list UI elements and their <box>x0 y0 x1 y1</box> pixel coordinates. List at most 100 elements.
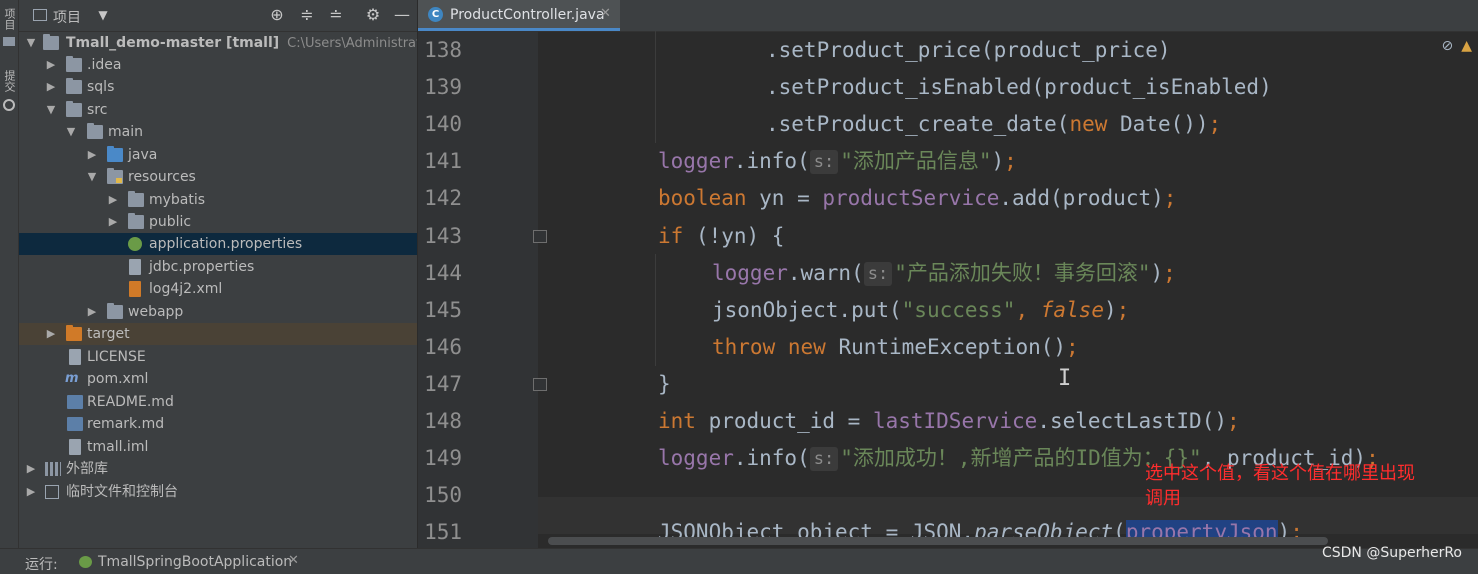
eye-slash-icon[interactable]: ⊘ <box>1441 38 1453 54</box>
collapse-all-icon[interactable]: ≐ <box>326 5 346 25</box>
keyword-int: int <box>658 409 696 433</box>
chevron-down-icon[interactable]: ▼ <box>86 166 98 188</box>
fold-marker-icon[interactable] <box>533 230 547 243</box>
code-line-146[interactable]: throw new RuntimeException(); <box>712 329 1079 366</box>
chevron-right-icon[interactable]: ▶ <box>45 76 57 98</box>
close-icon[interactable]: ✕ <box>288 553 299 568</box>
web-folder-icon <box>107 303 123 319</box>
code-editor: C ProductController.java ✕ 138 139 140 1… <box>418 0 1478 548</box>
semicolon: ; <box>1004 149 1017 173</box>
fold-marker-icon[interactable] <box>533 378 547 391</box>
code-line-141[interactable]: logger.info(s: "添加产品信息"); <box>658 143 1017 180</box>
expand-all-icon[interactable]: ≑ <box>297 5 317 25</box>
editor-inspection-widget[interactable]: ⊘ ▲ <box>1441 38 1472 54</box>
tree-item-application-properties[interactable]: application.properties <box>19 233 417 255</box>
tree-item-label: pom.xml <box>87 371 149 387</box>
code-text: RuntimeException() <box>825 335 1067 359</box>
code-line-145[interactable]: jsonObject.put("success", false); <box>712 292 1129 329</box>
tree-item-label: LICENSE <box>87 349 146 365</box>
tree-item-license[interactable]: LICENSE <box>19 346 417 368</box>
project-tool-tab[interactable]: 项目 <box>1 8 17 46</box>
code-line-143[interactable]: if (!yn) { <box>658 218 784 255</box>
tree-item-label: log4j2.xml <box>149 281 223 297</box>
tree-item-label: mybatis <box>149 192 206 208</box>
source-folder-icon <box>107 146 123 162</box>
markdown-file-icon <box>67 395 83 409</box>
code-text: ) <box>1150 261 1164 285</box>
project-path: C:\Users\Administrator\De <box>287 36 417 51</box>
locate-icon[interactable]: ⊕ <box>267 5 287 25</box>
commit-tool-tab[interactable]: 提交 <box>1 70 17 111</box>
chevron-right-icon[interactable]: ▶ <box>25 481 37 503</box>
close-icon[interactable]: ✕ <box>600 6 611 21</box>
string-literal: "产品添加失败！事务回滚" <box>894 261 1151 285</box>
tree-item-sqls[interactable]: ▶ sqls <box>19 76 417 98</box>
code-text: jsonObject.put( <box>712 298 902 322</box>
warning-icon[interactable]: ▲ <box>1461 38 1472 54</box>
editor-tab-bar: C ProductController.java ✕ <box>418 0 1478 32</box>
tree-item-label: resources <box>128 169 196 185</box>
tree-item-resources[interactable]: ▼ resources <box>19 166 417 188</box>
tree-item-mybatis[interactable]: ▶ mybatis <box>19 189 417 211</box>
folder-icon <box>3 37 15 46</box>
module-file-icon <box>69 439 81 455</box>
excluded-folder-icon <box>66 325 82 341</box>
tree-item-label: src <box>87 102 108 118</box>
tree-item-scratches[interactable]: ▶ 临时文件和控制台 <box>19 481 417 503</box>
horizontal-scrollbar[interactable] <box>548 537 1328 545</box>
view-dropdown-icon[interactable]: ▼ <box>93 5 113 25</box>
code-line-142[interactable]: boolean yn = productService.add(product)… <box>658 180 1176 217</box>
code-line-147[interactable]: } <box>658 366 671 403</box>
tree-item-tmall-iml[interactable]: tmall.iml <box>19 436 417 458</box>
tree-item-external-libraries[interactable]: ▶ 外部库 <box>19 458 417 480</box>
param-hint: s: <box>809 447 839 471</box>
code-text: .setProduct_create_date( <box>766 112 1070 136</box>
tree-item-main[interactable]: ▼ main <box>19 121 417 143</box>
tree-item-idea[interactable]: ▶ .idea <box>19 54 417 76</box>
code-line-139[interactable]: .setProduct_isEnabled(product_isEnabled) <box>766 69 1272 106</box>
code-line-138[interactable]: .setProduct_price(product_price) <box>766 32 1171 69</box>
code-text: .warn( <box>787 261 864 285</box>
param-hint: s: <box>809 150 839 174</box>
tree-item-log4j2-xml[interactable]: log4j2.xml <box>19 278 417 300</box>
tree-item-jdbc-properties[interactable]: jdbc.properties <box>19 256 417 278</box>
code-text: .add(product) <box>999 186 1164 210</box>
tree-item-label: README.md <box>87 394 174 410</box>
tree-item-webapp[interactable]: ▶ webapp <box>19 301 417 323</box>
tab-productcontroller-java[interactable]: C ProductController.java ✕ <box>418 0 620 31</box>
chevron-right-icon[interactable]: ▶ <box>86 301 98 323</box>
chevron-down-icon[interactable]: ▼ <box>45 99 57 121</box>
gear-icon[interactable]: ⚙ <box>363 5 383 25</box>
tree-item-readme-md[interactable]: README.md <box>19 391 417 413</box>
code-text: product_id = <box>695 409 873 433</box>
java-class-icon: C <box>428 7 443 22</box>
keyword-throw: throw <box>712 335 776 359</box>
tree-item-label: java <box>128 147 158 163</box>
tree-item-label: remark.md <box>87 416 165 432</box>
logger-field: logger <box>712 261 788 285</box>
chevron-right-icon[interactable]: ▶ <box>45 54 57 76</box>
tree-item-pom-xml[interactable]: m pom.xml <box>19 368 417 390</box>
tree-item-project-root[interactable]: ▼ Tmall_demo-master [tmall] C:\Users\Admi… <box>19 32 417 54</box>
chevron-right-icon[interactable]: ▶ <box>107 211 119 233</box>
tree-item-target[interactable]: ▶ target <box>19 323 417 345</box>
tree-item-src[interactable]: ▼ src <box>19 99 417 121</box>
minimize-icon[interactable]: — <box>392 5 412 25</box>
chevron-right-icon[interactable]: ▶ <box>45 323 57 345</box>
code-line-140[interactable]: .setProduct_create_date(new Date()); <box>766 106 1221 143</box>
run-config-tab[interactable]: TmallSpringBootApplication <box>98 554 292 570</box>
tree-item-label: main <box>108 124 143 140</box>
chevron-right-icon[interactable]: ▶ <box>25 458 37 480</box>
chevron-down-icon[interactable]: ▼ <box>65 121 77 143</box>
code-line-148[interactable]: int product_id = lastIDService.selectLas… <box>658 403 1240 440</box>
chevron-right-icon[interactable]: ▶ <box>107 189 119 211</box>
code-line-144[interactable]: logger.warn(s: "产品添加失败！事务回滚"); <box>712 255 1176 292</box>
logger-field: logger <box>658 446 734 470</box>
chevron-right-icon[interactable]: ▶ <box>86 144 98 166</box>
tree-item-public[interactable]: ▶ public <box>19 211 417 233</box>
tree-item-java[interactable]: ▶ java <box>19 144 417 166</box>
line-number-gutter: 138 139 140 141 142 143 144 145 146 147 … <box>418 31 538 548</box>
chevron-down-icon[interactable]: ▼ <box>25 32 37 54</box>
service-field: productService <box>822 186 1000 210</box>
tree-item-remark-md[interactable]: remark.md <box>19 413 417 435</box>
